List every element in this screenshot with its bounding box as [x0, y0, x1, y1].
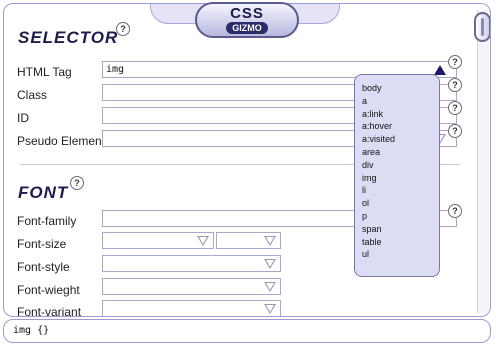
triangle-up-icon[interactable]	[434, 65, 446, 75]
dropdown-option[interactable]: a	[362, 95, 439, 108]
dropdown-option[interactable]: ol	[362, 197, 439, 210]
dropdown-option[interactable]: span	[362, 223, 439, 236]
dropdown-option[interactable]: p	[362, 210, 439, 223]
dropdown-option[interactable]: a:link	[362, 108, 439, 121]
font-family-help-icon[interactable]: ?	[448, 204, 462, 218]
html-tag-dropdown-list: body a a:link a:hover a:visited area div img li o…	[354, 74, 440, 277]
class-help-icon[interactable]: ?	[448, 78, 462, 92]
font-help-icon[interactable]: ?	[70, 176, 84, 190]
selector-help-icon[interactable]: ?	[116, 22, 130, 36]
font-variant-label: Font-variant	[17, 305, 82, 317]
font-family-label: Font-family	[17, 214, 77, 228]
font-style-chevron-down-icon[interactable]	[264, 259, 276, 269]
dropdown-option[interactable]: table	[362, 236, 439, 249]
font-section-title: FONT	[18, 183, 69, 202]
css-output-bar: img {}	[3, 319, 491, 343]
selector-section-title: SELECTOR	[18, 28, 119, 47]
dropdown-option[interactable]: body	[362, 82, 439, 95]
dropdown-option[interactable]: a:hover	[362, 120, 439, 133]
id-help-icon[interactable]: ?	[448, 101, 462, 115]
html-tag-help-icon[interactable]: ?	[448, 55, 462, 69]
css-gizmo-logo: CSS GIZMO	[195, 2, 299, 38]
dropdown-option[interactable]: li	[362, 184, 439, 197]
dropdown-option[interactable]: img	[362, 172, 439, 185]
font-weight-chevron-down-icon[interactable]	[264, 282, 276, 292]
font-variant-chevron-down-icon[interactable]	[264, 304, 276, 314]
font-weight-select[interactable]	[102, 278, 281, 295]
id-label: ID	[17, 111, 29, 125]
scrollbar-thumb[interactable]	[474, 12, 490, 42]
scrollbar-track[interactable]	[477, 10, 489, 313]
dropdown-option[interactable]: ul	[362, 248, 439, 261]
font-size-chevron-down-icon[interactable]	[197, 236, 209, 246]
font-weight-label: Font-wieght	[17, 283, 80, 297]
font-size-unit-chevron-down-icon[interactable]	[264, 236, 276, 246]
pseudo-element-help-icon[interactable]: ?	[448, 124, 462, 138]
font-size-label: Font-size	[17, 237, 67, 251]
pseudo-element-label: Pseudo Element	[17, 134, 106, 148]
font-variant-select[interactable]	[102, 300, 281, 316]
dropdown-option[interactable]: div	[362, 159, 439, 172]
font-style-label: Font-style	[17, 260, 70, 274]
logo-title: CSS	[230, 5, 264, 22]
dropdown-option[interactable]: a:visited	[362, 133, 439, 146]
logo-subtitle: GIZMO	[226, 22, 268, 34]
font-style-select[interactable]	[102, 255, 281, 272]
class-label: Class	[17, 88, 48, 102]
html-tag-label: HTML Tag	[17, 65, 72, 79]
dropdown-option[interactable]: area	[362, 146, 439, 159]
